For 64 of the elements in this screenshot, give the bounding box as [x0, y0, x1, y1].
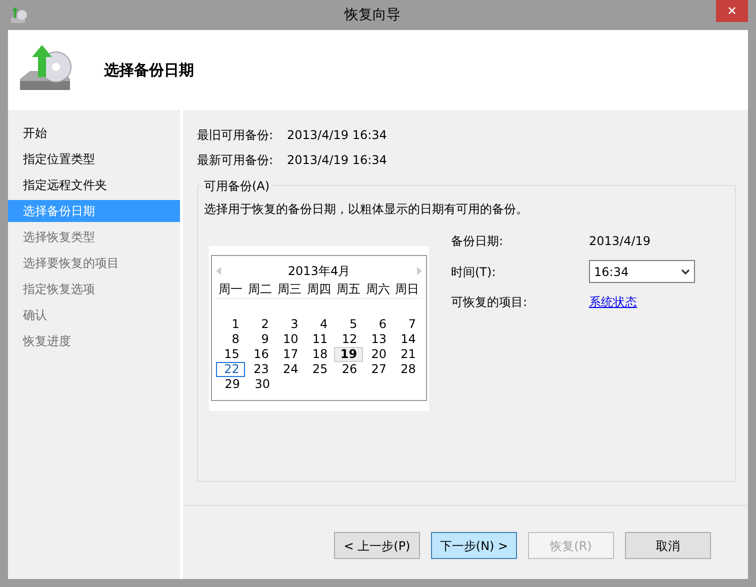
wizard-step[interactable]: 开始 — [8, 122, 180, 144]
chevron-down-icon — [681, 268, 690, 274]
weekday-label: 周一 — [218, 281, 244, 298]
calendar-day[interactable]: 21 — [392, 347, 422, 362]
calendar-month: 2013年4月 — [288, 263, 350, 280]
calendar-day[interactable]: 25 — [304, 362, 334, 377]
calendar-day[interactable]: 4 — [304, 317, 334, 332]
calendar-day[interactable]: 9 — [245, 332, 275, 347]
summary-label: 最旧可用备份: — [197, 127, 274, 144]
weekday-label: 周三 — [276, 281, 303, 298]
field-label: 时间(T): — [451, 264, 497, 280]
next-month-icon[interactable] — [417, 267, 422, 275]
summary-value: 2013/4/19 16:34 — [287, 152, 387, 169]
calendar-day[interactable]: 27 — [363, 362, 393, 377]
weekday-label: 周五 — [335, 281, 362, 298]
close-button[interactable]: ✕ — [716, 0, 748, 22]
weekday-label: 周日 — [394, 281, 420, 298]
calendar-day[interactable]: 16 — [245, 347, 275, 362]
calendar-day[interactable]: 15 — [216, 347, 246, 362]
calendar-day[interactable]: 26 — [334, 362, 364, 377]
calendar-day[interactable]: 3 — [274, 317, 304, 332]
page-heading: 选择备份日期 — [104, 60, 194, 81]
calendar-day[interactable]: 8 — [216, 332, 246, 347]
summary-label: 最新可用备份: — [197, 152, 274, 169]
weekday-label: 周四 — [306, 281, 332, 298]
group-description: 选择用于恢复的备份日期，以粗体显示的日期有可用的备份。 — [204, 201, 529, 218]
calendar-day[interactable]: 19 — [334, 347, 364, 362]
calendar[interactable]: 2013年4月 周一 周二 周三 周四 周五 周六 周日 1 2 3 4 5 6 7 8 9 10 11 12 13 14 15 16 17 18 19 20 21 22 23 24 25 26 27 28 29 30 — [211, 255, 427, 401]
wizard-button[interactable]: 下一步(N) > — [431, 532, 517, 559]
calendar-day[interactable]: 24 — [274, 362, 304, 377]
wizard-button[interactable]: < 上一步(P) — [334, 532, 420, 559]
calendar-day[interactable]: 7 — [392, 317, 422, 332]
calendar-day[interactable]: 17 — [274, 347, 304, 362]
calendar-day[interactable]: 28 — [392, 362, 422, 377]
items-link[interactable]: 系统状态 — [589, 293, 637, 311]
calendar-day[interactable]: 6 — [363, 317, 393, 332]
group-title: 可用备份(A) — [202, 177, 272, 195]
calendar-day[interactable]: 11 — [304, 332, 334, 347]
calendar-day[interactable]: 12 — [334, 332, 364, 347]
previous-month-icon[interactable] — [216, 267, 221, 275]
weekday-label: 周六 — [364, 281, 391, 298]
field-value: 2013/4/19 — [589, 233, 651, 250]
calendar-day[interactable]: 22 — [216, 362, 246, 377]
calendar-day[interactable]: 23 — [245, 362, 275, 377]
wizard-button[interactable]: 取消 — [625, 532, 711, 559]
calendar-day[interactable]: 14 — [392, 332, 422, 347]
calendar-day[interactable]: 18 — [304, 347, 334, 362]
summary-value: 2013/4/19 16:34 — [287, 127, 387, 144]
calendar-day[interactable]: 13 — [363, 332, 393, 347]
wizard-step[interactable]: 指定位置类型 — [8, 148, 180, 170]
calendar-day[interactable]: 10 — [274, 332, 304, 347]
calendar-day[interactable]: 5 — [334, 317, 364, 332]
calendar-day[interactable]: 30 — [246, 377, 276, 392]
calendar-day[interactable]: 20 — [363, 347, 393, 362]
window-title: 恢复向导 — [343, 6, 402, 24]
app-icon — [9, 5, 29, 25]
time-dropdown[interactable]: 16:34 — [589, 260, 695, 283]
calendar-day[interactable]: 1 — [216, 317, 246, 332]
field-label: 可恢复的项目: — [451, 294, 528, 311]
calendar-day[interactable]: 2 — [245, 317, 275, 332]
calendar-day[interactable]: 29 — [216, 377, 246, 392]
field-label: 备份日期: — [451, 233, 504, 250]
wizard-step[interactable]: 指定远程文件夹 — [8, 174, 180, 196]
weekday-label: 周二 — [247, 281, 274, 298]
